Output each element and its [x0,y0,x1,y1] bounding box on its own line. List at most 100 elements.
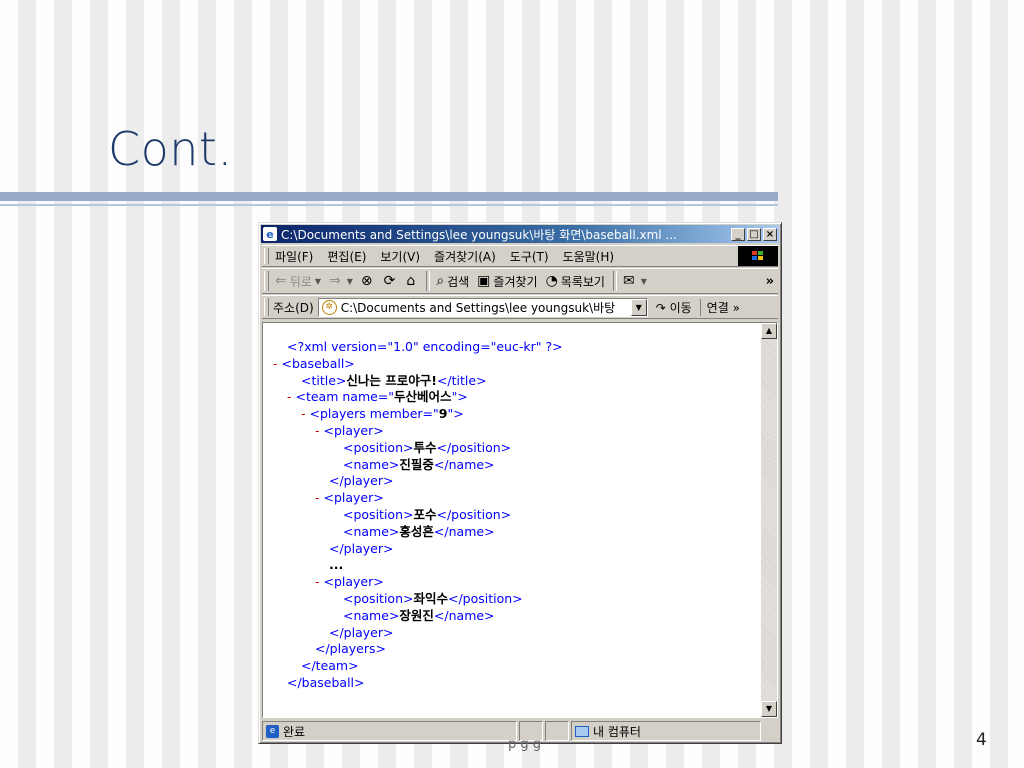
xml-line: <position>투수</position> [273,440,563,457]
page-number: 4 [976,730,987,750]
menubar-grip[interactable] [264,248,269,264]
forward-button[interactable]: ⇒ ▼ [329,273,353,289]
xml-text-value: 홍성흔 [399,523,434,539]
xml-line: </team> [273,658,563,675]
xml-text-value: 진필중 [399,456,434,472]
xml-open-tag: <player> [323,574,384,590]
xml-open-tag: <title> [301,372,347,388]
slide-footer-text: p g g [508,737,542,752]
xml-close-tag: </baseball> [287,674,365,690]
xml-close-tag: </player> [329,624,394,640]
status-text-cell: e 완료 [262,721,517,741]
menu-edit[interactable]: 편집(E) [327,248,366,265]
search-button[interactable]: ⌕ 검색 [436,273,469,290]
page-done-icon: e [266,724,279,738]
address-dropdown-button[interactable]: ▼ [630,298,647,316]
xml-close-tag: </name> [433,607,495,623]
toolbar-separator [426,271,431,291]
refresh-button[interactable]: ⟳ [384,273,399,289]
addressbar-grip[interactable] [264,298,269,316]
xml-close-tag: </position> [436,439,512,455]
favorites-label: 즐겨찾기 [493,274,538,289]
xml-line: <name>장원진</name> [273,608,563,625]
favorites-icon: ▣ [477,273,491,289]
xml-open-tag: <baseball> [281,355,355,371]
xml-open-tag: <name> [343,456,400,472]
go-button[interactable]: ↷ 이동 [656,299,692,316]
xml-open-tag: <players member=" [309,406,439,422]
mail-button[interactable]: ✉ ▼ [623,273,647,289]
address-bar: 주소(D) ✲ C:\Documents and Settings\lee yo… [262,295,778,319]
home-button[interactable]: ⌂ [406,273,418,289]
xml-line: - <player> [273,574,563,591]
xml-text-value: 투수 [413,439,437,455]
xml-page-icon: ✲ [321,299,337,315]
links-button[interactable]: 연결 » [699,298,740,316]
toolbar-separator-2 [612,271,617,291]
xml-close-tag: </name> [433,456,495,472]
back-label: 뒤로 [289,274,312,289]
xml-open-tag: <name> [343,523,400,539]
xml-open-tag: <position> [343,439,414,455]
xml-open-tag: <name> [343,607,400,623]
close-button[interactable]: × [763,227,777,241]
back-arrow-icon: ⇐ [275,273,287,289]
windows-logo [738,246,778,266]
xml-open-tag: <player> [323,490,384,506]
xml-attribute-value: 두산베어스 [394,389,452,405]
toolbar-more-button[interactable]: » [766,274,774,289]
search-icon: ⌕ [436,273,445,289]
xml-open-tag: <position> [343,506,414,522]
status-security-cell [545,721,569,741]
back-dropdown-icon[interactable]: ▼ [315,277,321,286]
xml-open-tag: <team name=" [295,389,395,405]
xml-line: </baseball> [273,675,563,692]
xml-text-value: 포수 [413,506,437,522]
stop-button[interactable]: ⊗ [361,273,376,289]
slide-title: Cont. [108,122,233,176]
vertical-scrollbar[interactable]: ▲ ▼ [761,323,777,717]
menu-favorites[interactable]: 즐겨찾기(A) [434,248,496,265]
xml-line: <position>포수</position> [273,507,563,524]
xml-close-tag: </team> [301,658,359,674]
stop-icon: ⊗ [360,273,373,289]
minimize-button[interactable]: _ [731,227,745,241]
refresh-icon: ⟳ [383,273,396,289]
xml-line: - <players member="9"> [273,406,563,423]
favorites-button[interactable]: ▣ 즐겨찾기 [477,273,537,290]
mail-dropdown-icon[interactable]: ▼ [641,277,647,286]
history-icon: ◔ [545,273,558,289]
xml-text-value: 신나는 프로야구! [346,372,437,388]
menu-view[interactable]: 보기(V) [380,248,420,265]
history-button[interactable]: ◔ 목록보기 [546,273,605,290]
forward-dropdown-icon[interactable]: ▼ [347,277,353,286]
toolbar-grip[interactable] [264,271,269,291]
xml-tag-end: "> [447,406,464,422]
xml-line: - <player> [273,490,563,507]
xml-close-tag: </position> [447,590,523,606]
scroll-up-button[interactable]: ▲ [761,323,777,339]
xml-close-tag: </player> [329,540,394,556]
xml-ellipsis: ... [329,557,344,573]
xml-line: - <player> [273,423,563,440]
menu-file[interactable]: 파일(F) [275,248,313,265]
windows-flag-icon [752,251,764,261]
scroll-down-button[interactable]: ▼ [761,701,777,717]
xml-tag-end: "> [451,389,468,405]
address-value[interactable]: C:\Documents and Settings\lee youngsuk\바… [341,299,631,316]
address-input[interactable]: ✲ C:\Documents and Settings\lee youngsuk… [317,297,648,317]
window-title: C:\Documents and Settings\lee youngsuk\바… [281,227,677,242]
menu-tools[interactable]: 도구(T) [510,248,549,265]
title-divider [0,192,778,201]
xml-line: <position>좌익수</position> [273,591,563,608]
window-titlebar[interactable]: e C:\Documents and Settings\lee youngsuk… [261,225,779,243]
menu-help[interactable]: 도움말(H) [563,248,615,265]
standard-toolbar: ⇐ 뒤로 ▼ ⇒ ▼ ⊗ ⟳ ⌂ ⌕ 검색 ▣ 즐겨찾기 ◔ 목록보기 ✉ ▼ … [262,268,778,294]
maximize-button[interactable]: □ [747,227,761,241]
back-button[interactable]: ⇐ 뒤로 ▼ [275,273,321,290]
xml-close-tag: </player> [329,473,394,489]
xml-line: - <baseball> [273,356,563,373]
document-viewport[interactable]: <?xml version="1.0" encoding="euc-kr" ?>… [262,322,778,718]
mail-icon: ✉ [622,273,635,289]
xml-tree: <?xml version="1.0" encoding="euc-kr" ?>… [273,339,563,692]
